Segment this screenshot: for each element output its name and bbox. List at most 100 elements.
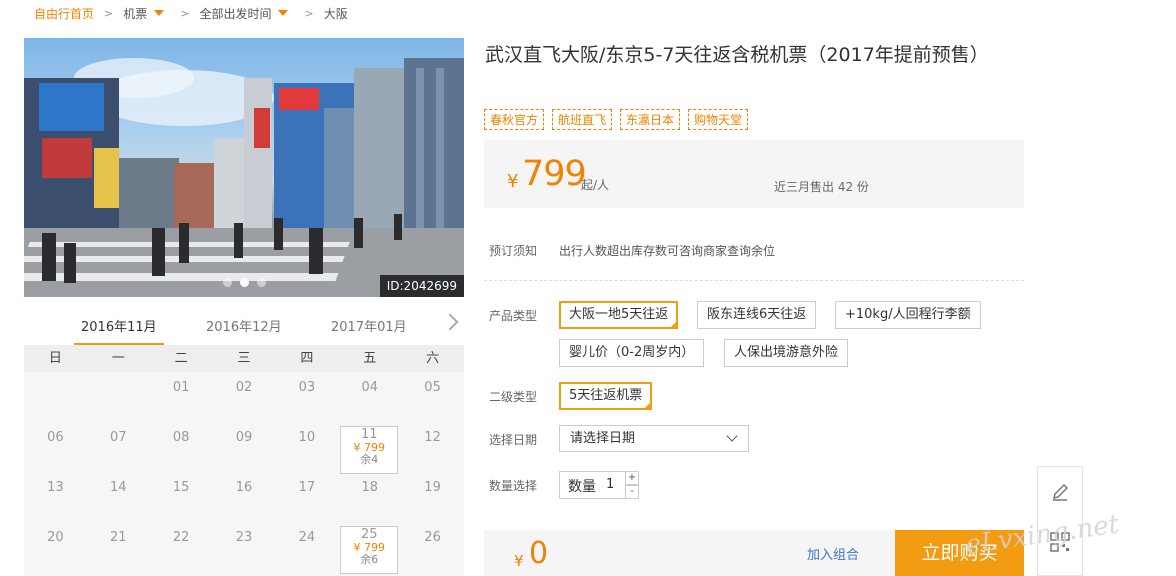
product-type-option[interactable]: 婴儿价（0-2周岁内） — [559, 339, 705, 367]
price-unit: 起/人 — [581, 178, 610, 192]
date-label: 选择日期 — [489, 433, 538, 447]
calendar-day-number: 22 — [172, 530, 190, 545]
caret-down-icon[interactable] — [154, 10, 165, 16]
chevron-right-icon[interactable] — [441, 313, 459, 331]
product-type-option[interactable]: 人保出境游意外险 — [724, 339, 849, 367]
chevron-right-icon: > — [304, 6, 314, 20]
calendar-day: 12 — [401, 429, 464, 447]
calendar-day: 16 — [213, 479, 276, 497]
calendar-day-remaining: 余4 — [360, 453, 379, 466]
weekday-label: 四 — [300, 351, 314, 366]
calendar-day: 17 — [275, 479, 338, 497]
tab-month-1[interactable]: 2016年11月 — [81, 316, 157, 335]
calendar-day-number: 02 — [235, 380, 253, 395]
quantity-label: 数量选择 — [489, 479, 538, 493]
quantity-stepper[interactable]: 数量 1 + - — [559, 471, 639, 499]
breadcrumb-category-dropdown[interactable]: 机票 — [123, 5, 147, 22]
product-title: 武汉直飞大阪/东京5-7天往返含税机票（2017年提前预售） — [485, 44, 989, 66]
subtype-label: 二级类型 — [489, 390, 538, 404]
calendar-day: 04 — [338, 379, 401, 397]
calendar-day: 21 — [87, 529, 150, 547]
quantity-value[interactable]: 1 — [606, 477, 614, 492]
calendar-day-number: 08 — [172, 430, 190, 445]
calendar-day: 22 — [150, 529, 213, 547]
calendar-day-number: 23 — [235, 530, 253, 545]
tag-badge: 东瀛日本 — [620, 109, 681, 130]
product-type-option-selected[interactable]: 大阪一地5天往返 — [559, 301, 679, 329]
chevron-right-icon: > — [104, 6, 114, 20]
caret-down-icon[interactable] — [278, 10, 289, 16]
calendar-day-number: 26 — [424, 530, 441, 545]
quantity-increment-button[interactable]: + — [625, 471, 639, 485]
weekday-label: 日 — [48, 351, 62, 366]
calendar-day-number: 21 — [110, 530, 127, 545]
calendar-day: 09 — [213, 429, 276, 447]
image-id-label: ID:2042699 — [379, 275, 464, 297]
date-select-placeholder: 请选择日期 — [570, 431, 636, 446]
calendar-day-number: 18 — [361, 480, 378, 495]
breadcrumb: 自由行首页 > 机票 > 全部出发时间 > 大阪 — [34, 5, 348, 21]
chevron-right-icon: > — [180, 6, 190, 20]
calendar-day: 08 — [150, 429, 213, 447]
calendar-day: 06 — [24, 429, 87, 447]
calendar-day-number: 06 — [47, 430, 64, 445]
calendar-day-number: 10 — [298, 430, 316, 445]
calendar-day-number: 20 — [47, 530, 64, 545]
sold-count: 近三月售出 42 份 — [774, 180, 869, 194]
calendar-day-number: 13 — [47, 480, 64, 495]
calendar-day-number: 16 — [235, 480, 253, 495]
calendar-day-number: 19 — [424, 480, 441, 495]
calendar-day: 19 — [401, 479, 464, 497]
carousel-dot[interactable] — [222, 278, 232, 287]
tab-month-2[interactable]: 2016年12月 — [206, 316, 282, 335]
divider — [484, 280, 1024, 281]
calendar-day: 13 — [24, 479, 87, 497]
breadcrumb-home-link[interactable]: 自由行首页 — [34, 5, 94, 22]
calendar-day: 15 — [150, 479, 213, 497]
calendar-day: 07 — [87, 429, 150, 447]
carousel-dot[interactable] — [256, 278, 266, 287]
subtype-option-selected[interactable]: 5天往返机票 — [559, 382, 653, 410]
calendar-day: 05 — [401, 379, 464, 397]
weekday-label: 二 — [174, 351, 188, 366]
quantity-decrement-button[interactable]: - — [625, 485, 639, 499]
calendar-day-number: 17 — [298, 480, 316, 495]
date-select[interactable]: 请选择日期 — [559, 425, 749, 452]
breadcrumb-departure-dropdown[interactable]: 全部出发时间 — [199, 5, 271, 22]
calendar-day-number: 12 — [424, 430, 441, 445]
calendar-day-number: 03 — [298, 380, 316, 395]
calendar-day-number: 25 — [361, 527, 378, 542]
product-type-option[interactable]: +10kg/人回程行李额 — [835, 301, 981, 329]
total-amount: 0 — [529, 536, 549, 571]
calendar-day: 14 — [87, 479, 150, 497]
calendar-day-number: 05 — [424, 380, 441, 395]
add-combo-link[interactable]: 加入组合 — [807, 544, 859, 563]
edit-feedback-button[interactable] — [1038, 467, 1082, 517]
calendar-day: 02 — [213, 379, 276, 397]
calendar-day-number: 14 — [110, 480, 127, 495]
calendar-day: 20 — [24, 529, 87, 547]
price-amount: 799 — [522, 154, 587, 194]
tab-month-3[interactable]: 2017年01月 — [331, 316, 407, 335]
calendar-day: 26 — [401, 529, 464, 547]
calendar-day-number: 01 — [172, 380, 190, 395]
product-type-option[interactable]: 阪东连线6天往返 — [697, 301, 817, 329]
tag-badge: 航班直飞 — [552, 109, 613, 130]
calendar-day-number: 11 — [361, 427, 378, 442]
notice-label: 预订须知 — [489, 244, 538, 258]
breadcrumb-current: 大阪 — [323, 6, 348, 21]
total-currency: ¥ — [514, 552, 524, 570]
weekday-label: 五 — [363, 351, 377, 366]
product-photo[interactable]: ID:2042699 — [24, 38, 464, 297]
calendar-day-number: 24 — [298, 530, 316, 545]
carousel-dot-active[interactable] — [239, 278, 249, 287]
weekday-label: 三 — [237, 351, 251, 366]
calendar-day-available[interactable]: 11 ¥ 799 余4 — [340, 426, 399, 474]
calendar-day-available[interactable]: 25 ¥ 799 余6 — [340, 526, 399, 574]
weekday-label: 一 — [111, 351, 125, 366]
calendar-day: 10 — [275, 429, 338, 447]
tag-badge: 购物天堂 — [688, 109, 749, 130]
product-type-label: 产品类型 — [489, 309, 538, 323]
chevron-down-icon — [726, 430, 738, 442]
calendar-day-number: 04 — [361, 380, 378, 395]
